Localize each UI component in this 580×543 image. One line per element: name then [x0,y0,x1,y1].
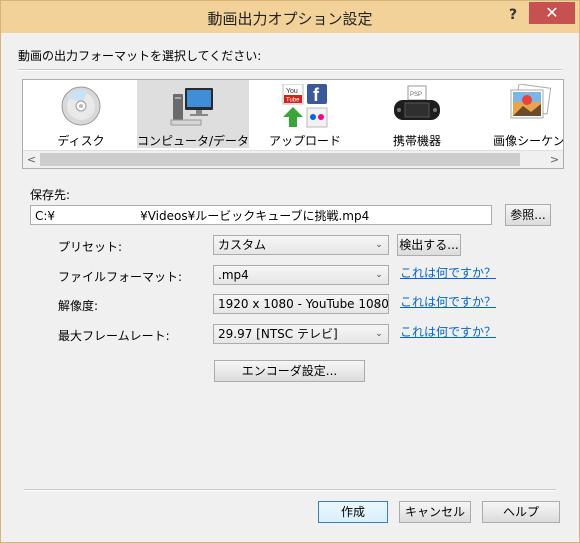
format-item-computer[interactable]: コンピュータ/データ [137,80,249,148]
svg-text:Tube: Tube [286,98,300,104]
chevron-down-icon: ⌄ [375,329,383,339]
save-path-field[interactable]: C:¥ ¥Videos¥ルービックキューブに挑戦.mp4 [30,205,492,225]
title-bar: 動画出力オプション設定 ? ✕ [1,1,579,33]
encoder-settings-button[interactable]: エンコーダ設定... [214,360,365,382]
help-button[interactable]: ヘルプ [482,501,560,523]
upload-icon: You Tube f [282,84,328,128]
psp-device-icon: PSP [394,85,440,120]
help-icon[interactable]: ? [502,5,524,25]
format-item-upload[interactable]: You Tube f アップロード [249,80,361,148]
scroll-right-icon[interactable]: > [546,151,563,168]
chevron-down-icon: ⌄ [375,299,383,309]
format-label: 画像シーケン [493,134,564,148]
frame-rate-help-link[interactable]: これは何ですか？ [400,323,496,340]
window-title: 動画出力オプション設定 [207,10,373,28]
frame-rate-label: 最大フレームレート: [58,329,170,343]
file-format-select[interactable]: .mp4 ⌄ [213,265,389,285]
horizontal-scrollbar[interactable]: < > [23,150,563,168]
resolution-value: 1920 x 1080 - YouTube 1080p [218,297,389,311]
save-path-drive: C:¥ [35,209,56,223]
preset-select[interactable]: カスタム ⌄ [213,235,389,255]
image-sequence-icon [510,84,552,119]
format-list[interactable]: ディスク コンピュータ/データ You Tube f アップロード PSP 携帯… [22,79,564,169]
preset-value: カスタム [218,238,267,252]
format-item-image-sequence[interactable]: 画像シーケン [473,80,564,148]
file-format-value: .mp4 [218,268,249,282]
chevron-down-icon: ⌄ [375,270,383,280]
format-label: ディスク [57,134,105,148]
browse-button[interactable]: 参照... [505,204,551,226]
resolution-help-link[interactable]: これは何ですか？ [400,293,496,310]
computer-icon [170,88,213,126]
svg-text:You: You [286,88,298,95]
separator [18,69,562,71]
dialog-content: 動画の出力フォーマットを選択してください: ディスク コンピュータ/データ Yo… [8,33,572,535]
close-button[interactable]: ✕ [529,2,575,24]
disc-icon [61,86,101,126]
dialog-window: 動画出力オプション設定 ? ✕ 動画の出力フォーマットを選択してください: ディ… [0,0,580,543]
cancel-button[interactable]: キャンセル [399,501,471,523]
footer-separator [24,489,556,491]
file-format-help-link[interactable]: これは何ですか？ [400,264,496,281]
svg-text:f: f [313,85,320,105]
save-path-rest: ¥Videos¥ルービックキューブに挑戦.mp4 [140,209,370,223]
scrollbar-thumb[interactable] [40,153,520,166]
frame-rate-select[interactable]: 29.97 [NTSC テレビ] ⌄ [213,324,389,344]
create-button[interactable]: 作成 [318,501,388,523]
format-item-disc[interactable]: ディスク [25,80,137,148]
save-location-label: 保存先: [30,188,71,202]
detect-button[interactable]: 検出する... [397,234,461,256]
format-label: コンピュータ/データ [137,134,250,148]
format-item-device[interactable]: PSP 携帯機器 [361,80,473,148]
chevron-down-icon: ⌄ [375,240,383,250]
format-prompt: 動画の出力フォーマットを選択してください: [18,49,262,63]
scroll-left-icon[interactable]: < [23,151,40,168]
file-format-label: ファイルフォーマット: [58,270,183,284]
resolution-label: 解像度: [58,299,99,313]
format-label: 携帯機器 [392,134,441,148]
format-label: アップロード [268,134,341,148]
preset-label: プリセット: [58,240,123,254]
frame-rate-value: 29.97 [NTSC テレビ] [218,327,338,341]
svg-text:PSP: PSP [410,92,422,98]
resolution-select[interactable]: 1920 x 1080 - YouTube 1080p ⌄ [213,294,389,314]
